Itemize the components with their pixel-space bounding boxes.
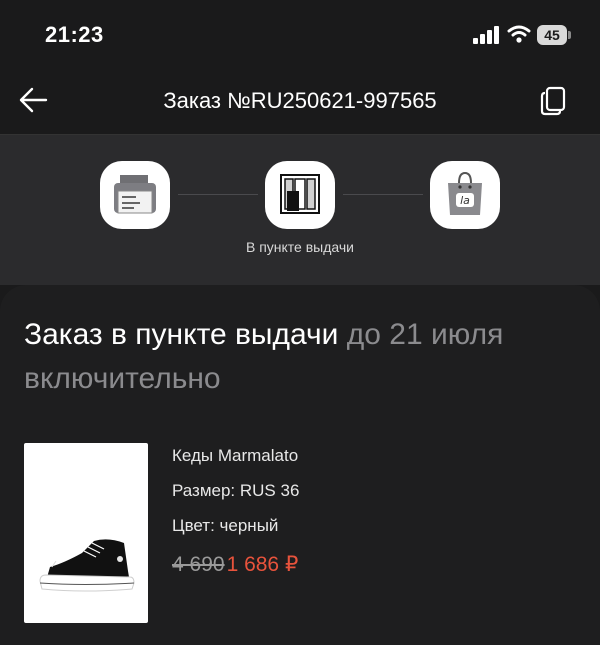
progress-step-created <box>100 161 170 229</box>
printer-icon <box>114 175 156 214</box>
battery-icon: 45 <box>537 25 573 45</box>
product-info: Кеды Marmalato Размер: RUS 36 Цвет: черн… <box>172 445 572 577</box>
page-title: Заказ №RU250621-997565 <box>163 88 437 113</box>
progress-connector <box>343 194 423 195</box>
shopping-bag-icon: la <box>448 171 482 215</box>
order-details-card: Заказ в пункте выдачи до 21 июля включит… <box>0 285 600 645</box>
navigation-bar: Заказ №RU250621-997565 <box>0 70 600 135</box>
progress-current-label: В пункте выдачи <box>245 239 354 255</box>
battery-level: 45 <box>537 25 567 45</box>
progress-connector <box>178 194 258 195</box>
new-price: 1 686 ₽ <box>226 553 299 576</box>
old-price: 4 690 <box>172 553 225 576</box>
status-bar: 21:23 45 <box>0 0 600 70</box>
progress-step-received: la <box>430 161 500 229</box>
svg-text:la: la <box>460 194 470 207</box>
order-status-heading: Заказ в пункте выдачи до 21 июля включит… <box>24 313 584 401</box>
status-time: 21:23 <box>45 22 104 47</box>
copy-icon[interactable] <box>540 86 568 116</box>
pickup-point-icon <box>280 174 320 214</box>
progress-step-pickup <box>265 161 335 229</box>
product-name[interactable]: Кеды Marmalato <box>172 445 572 480</box>
sneaker-image <box>39 539 135 592</box>
product-size: Размер: RUS 36 <box>172 481 300 500</box>
order-progress: la В пункте выдачи <box>0 135 600 285</box>
product-color: Цвет: черный <box>172 516 279 535</box>
product-price: 4 6901 686 ₽ <box>172 552 572 577</box>
order-status-main: Заказ в пункте выдачи <box>24 318 339 351</box>
signal-icon <box>473 26 499 44</box>
product-image[interactable] <box>24 443 148 623</box>
wifi-icon <box>507 25 531 43</box>
